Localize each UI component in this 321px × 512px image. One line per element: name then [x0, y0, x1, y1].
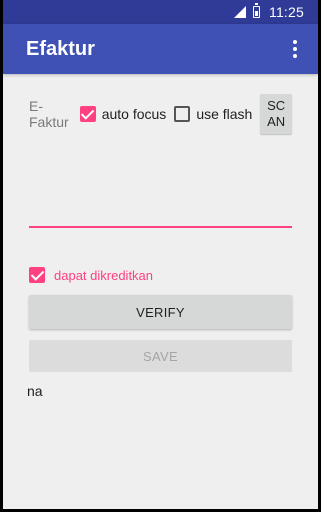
- verify-button-label: VERIFY: [136, 304, 185, 320]
- check-icon: [80, 106, 95, 120]
- dapat-dikreditkan-checkbox[interactable]: [29, 267, 45, 283]
- menu-dot: [293, 40, 297, 44]
- signal-icon: [234, 6, 246, 18]
- app-title: Efaktur: [26, 38, 95, 60]
- more-vert-icon[interactable]: [286, 36, 304, 62]
- check-icon: [30, 267, 44, 281]
- use-flash-checkbox[interactable]: [174, 106, 191, 122]
- auto-focus-checkbox[interactable]: [79, 106, 96, 122]
- status-time: 11:25: [269, 4, 304, 20]
- status-icons: 11:25: [234, 3, 304, 20]
- battery-icon: [253, 3, 260, 18]
- scan-button[interactable]: SC AN: [260, 94, 292, 134]
- efaktur-label: E-Faktur: [29, 98, 69, 130]
- save-button-label: SAVE: [143, 348, 178, 364]
- dapat-dikreditkan-row: dapat dikreditkan: [29, 266, 292, 284]
- main-content: E-Faktur auto focus use flash SC AN dapa…: [3, 74, 318, 509]
- scan-button-label: SC AN: [267, 98, 286, 129]
- efaktur-input-field[interactable]: [29, 206, 292, 228]
- dapat-dikreditkan-label: dapat dikreditkan: [54, 267, 154, 283]
- use-flash-label: use flash: [196, 106, 253, 122]
- verify-button[interactable]: VERIFY: [29, 295, 292, 329]
- menu-dot: [293, 47, 297, 51]
- app-bar: Efaktur: [3, 24, 318, 74]
- result-text: na: [27, 383, 43, 399]
- efaktur-input[interactable]: [29, 206, 292, 222]
- save-button[interactable]: SAVE: [29, 340, 292, 372]
- phone-screen: 11:25 Efaktur E-Faktur auto focus use fl…: [0, 0, 321, 512]
- menu-dot: [293, 54, 297, 58]
- scan-options-row: E-Faktur auto focus use flash SC AN: [29, 94, 292, 134]
- auto-focus-label: auto focus: [101, 106, 167, 122]
- status-bar: 11:25: [3, 0, 318, 24]
